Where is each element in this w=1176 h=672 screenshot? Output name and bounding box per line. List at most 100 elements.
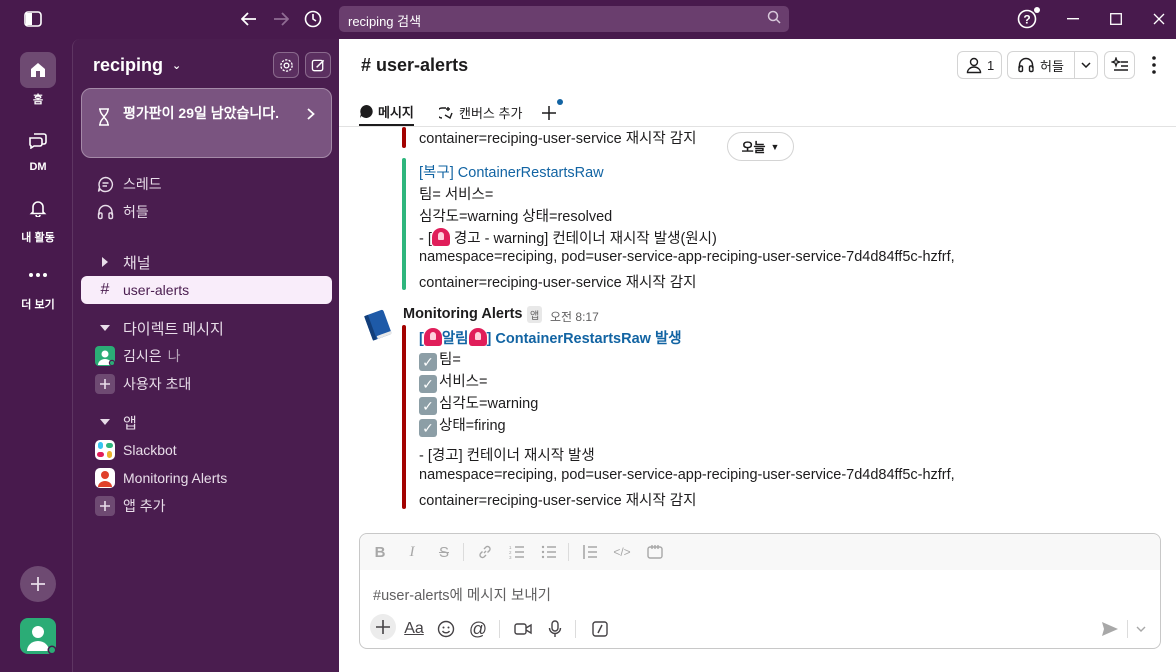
left-rail: 홈 DM 내 활동 더 보기 — [4, 39, 72, 672]
day-divider-pill[interactable]: 오늘 ▼ — [727, 132, 794, 161]
sidebar-section-apps[interactable]: 앱 — [81, 408, 332, 436]
chevron-down-icon[interactable] — [1075, 62, 1097, 68]
notification-dot — [1034, 7, 1040, 13]
person-icon — [966, 57, 982, 74]
sidebar-item-threads[interactable]: 스레드 — [81, 170, 332, 198]
search-icon — [767, 10, 781, 27]
rail-more[interactable]: 더 보기 — [4, 257, 72, 312]
channel-sidebar: reciping ⌄ 평가판이 29일 남았습니다. 스레드 허들 채널 # u… — [72, 39, 339, 672]
video-icon[interactable] — [512, 618, 534, 640]
message-line: ✓ 서비스= — [419, 370, 488, 393]
maximize-icon[interactable] — [1105, 8, 1127, 30]
warn-suffix: 경고 - warning] 컨테이너 재시작 발생(원시) — [453, 231, 717, 247]
huddle-button[interactable]: 허들 — [1007, 51, 1098, 79]
forward-arrow-icon[interactable] — [270, 8, 292, 30]
minimize-icon[interactable] — [1062, 8, 1084, 30]
monitoring-alerts-book-avatar[interactable] — [361, 308, 395, 342]
sidebar-section-dm[interactable]: 다이렉트 메시지 — [81, 314, 332, 342]
sidebar-item-add-app[interactable]: 앱 추가 — [81, 492, 332, 520]
search-input[interactable]: reciping 검색 — [339, 6, 789, 32]
alert-service: 서비스= — [439, 374, 488, 390]
workspace-name-text: reciping — [93, 55, 164, 75]
bold-icon[interactable]: B — [371, 543, 389, 561]
message-line: container=reciping-user-service 재시작 감지 — [419, 131, 697, 147]
message-timestamp[interactable]: 오전 8:17 — [550, 308, 599, 325]
sidebar-item-dm-user[interactable]: 김시은 나 — [81, 342, 332, 370]
sidebar-section-channels[interactable]: 채널 — [81, 248, 332, 276]
plus-attach-button[interactable] — [370, 614, 396, 640]
sidebar-item-huddles[interactable]: 허들 — [81, 198, 332, 226]
check-box-emoji-icon: ✓ — [419, 419, 437, 437]
sidebar-item-label: Monitoring Alerts — [123, 470, 228, 486]
code-block-icon[interactable] — [646, 543, 664, 561]
sidebar-toggle-icon[interactable] — [22, 8, 44, 30]
history-icon[interactable] — [302, 8, 324, 30]
tab-messages[interactable]: 메시지 — [359, 99, 414, 126]
alert-title-alarm: 알림 — [441, 331, 469, 347]
resolved-title-prefix: [복구] — [419, 165, 454, 181]
rail-activity[interactable]: 내 활동 — [4, 190, 72, 245]
add-tab-button[interactable] — [542, 99, 563, 126]
link-icon[interactable] — [476, 543, 494, 561]
sidebar-item-invite[interactable]: 사용자 초대 — [81, 370, 332, 398]
check-box-emoji-icon: ✓ — [419, 353, 437, 371]
toolbar-divider — [1127, 620, 1128, 638]
hash-icon: # — [361, 55, 372, 75]
trial-banner[interactable]: 평가판이 29일 남았습니다. — [81, 88, 332, 158]
siren-emoji-icon — [431, 228, 450, 246]
alert-title-text: ContainerRestartsRaw 발생 — [495, 331, 682, 347]
sidebar-item-label: 허들 — [123, 204, 149, 220]
message-sender[interactable]: Monitoring Alerts — [403, 306, 522, 322]
microphone-icon[interactable] — [544, 618, 566, 640]
alert-title[interactable]: [알림] ContainerRestartsRaw 발생 — [419, 327, 682, 348]
compose-icon — [311, 59, 324, 71]
section-label: 다이렉트 메시지 — [123, 320, 224, 338]
settings-button[interactable] — [273, 52, 299, 78]
kebab-menu-icon[interactable] — [1151, 55, 1157, 80]
bullet-list-icon[interactable] — [540, 543, 558, 561]
message-input[interactable]: #user-alerts에 메시지 보내기 — [373, 584, 551, 605]
bell-icon — [20, 190, 56, 226]
rail-dm-label: DM — [29, 161, 47, 173]
attachment-bar-resolved — [402, 158, 406, 290]
code-icon[interactable]: </> — [613, 543, 631, 561]
sidebar-item-slackbot[interactable]: Slackbot — [81, 436, 332, 464]
user-avatar[interactable] — [20, 618, 57, 655]
members-count: 1 — [987, 57, 995, 73]
emoji-icon[interactable] — [435, 618, 457, 640]
close-icon[interactable] — [1148, 8, 1170, 30]
send-options-chevron-icon[interactable] — [1130, 618, 1152, 640]
back-arrow-icon[interactable] — [238, 8, 260, 30]
toolbar-divider — [575, 620, 576, 638]
add-workspace-button[interactable] — [20, 566, 56, 602]
rail-home-label: 홈 — [32, 94, 44, 106]
ordered-list-icon[interactable]: 123 — [508, 543, 526, 561]
resolved-title[interactable]: [복구] ContainerRestartsRaw — [419, 161, 604, 182]
caret-down-icon — [95, 324, 115, 332]
members-button[interactable]: 1 — [957, 51, 1003, 79]
workspace-name[interactable]: reciping ⌄ — [93, 55, 181, 76]
caret-right-icon — [95, 257, 115, 267]
rail-home[interactable]: 홈 — [4, 52, 72, 107]
sidebar-item-user-alerts[interactable]: # user-alerts — [81, 276, 332, 304]
compose-button[interactable] — [305, 52, 331, 78]
message-line: ✓ 팀= — [419, 348, 461, 371]
text-format-icon[interactable]: Aa — [403, 618, 425, 640]
blockquote-icon[interactable] — [581, 543, 599, 561]
attachment-bar-firing-prev — [402, 127, 406, 148]
tab-canvas[interactable]: 캔버스 추가 — [439, 99, 522, 126]
mention-icon[interactable]: @ — [467, 618, 489, 640]
sidebar-item-monitoring-alerts[interactable]: Monitoring Alerts — [81, 464, 332, 492]
ai-summary-button[interactable] — [1104, 51, 1135, 79]
resolved-title-text: ContainerRestartsRaw — [457, 165, 604, 181]
rail-dm[interactable]: DM — [4, 122, 72, 173]
plus-icon — [95, 374, 115, 394]
italic-icon[interactable]: I — [403, 543, 421, 561]
strikethrough-icon[interactable]: S — [435, 543, 453, 561]
avatar — [95, 346, 116, 367]
channel-title[interactable]: # user-alerts — [361, 55, 468, 76]
slash-command-icon[interactable] — [589, 618, 611, 640]
rail-activity-label: 내 활동 — [21, 232, 55, 244]
message-line: namespace=reciping, pod=user-service-app… — [419, 467, 955, 483]
send-icon[interactable] — [1099, 618, 1121, 640]
